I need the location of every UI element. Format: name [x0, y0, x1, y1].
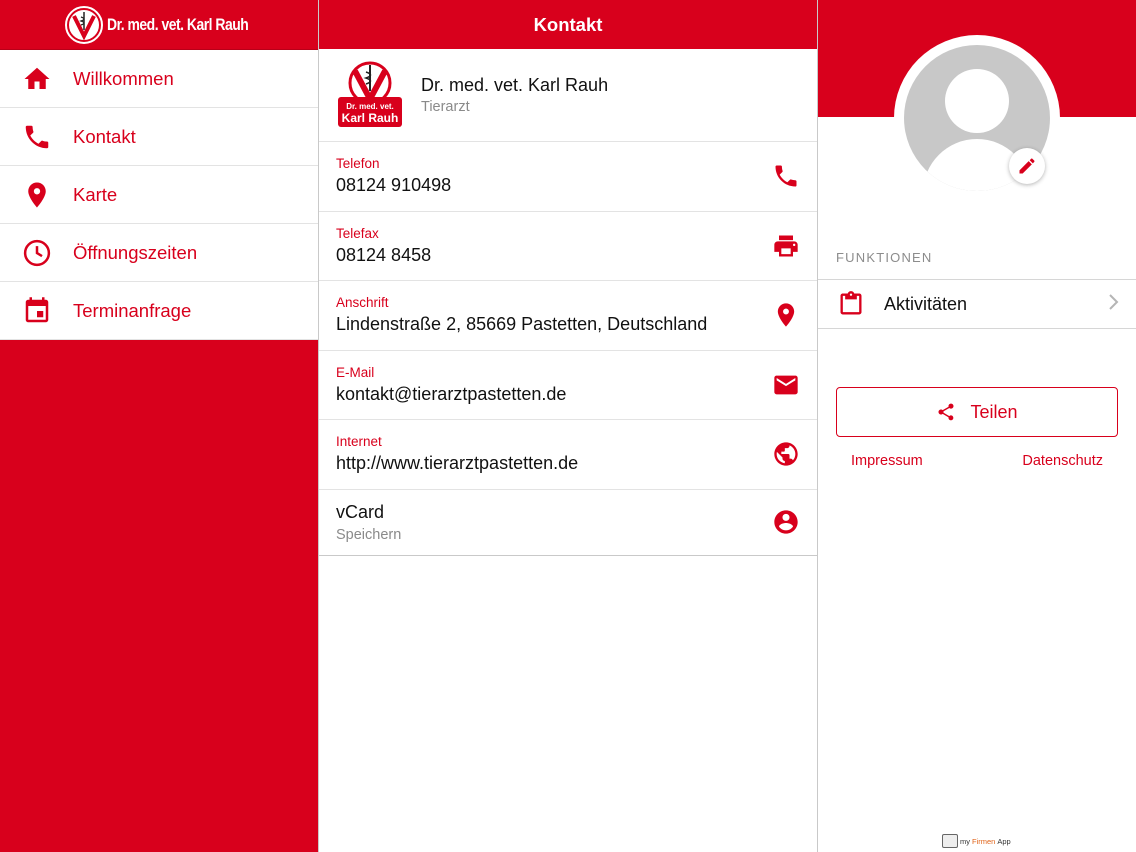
brand-suffix: App	[997, 836, 1011, 846]
sidebar-item-label: Karte	[73, 183, 118, 205]
row-value: Lindenstraße 2, 85669 Pastetten, Deutsch…	[336, 314, 708, 335]
sidebar-item-label: Willkommen	[73, 67, 174, 89]
function-item-label: Aktivitäten	[884, 293, 968, 314]
share-icon	[938, 403, 954, 421]
sidebar-item-oeffnungszeiten[interactable]: Öffnungszeiten	[0, 224, 318, 282]
sidebar-item-label: Öffnungszeiten	[73, 241, 198, 263]
chevron-right-icon	[1108, 293, 1136, 316]
row-label: E-Mail	[336, 364, 375, 380]
sidebar-item-terminanfrage[interactable]: Terminanfrage	[0, 282, 318, 340]
row-value: http://www.tierarztpastetten.de	[336, 453, 579, 474]
home-icon	[0, 64, 73, 94]
logo-icon	[64, 5, 103, 44]
row-value: 08124 910498	[336, 175, 452, 196]
section-title: FUNKTIONEN	[836, 250, 933, 265]
sidebar-item-willkommen[interactable]: Willkommen	[0, 50, 318, 108]
phone-icon	[0, 122, 73, 152]
globe-icon[interactable]	[757, 440, 817, 468]
row-value: kontakt@tierarztpastetten.de	[336, 383, 567, 404]
vcard-title: vCard	[336, 501, 385, 522]
sidebar-header: Dr. med. vet. Karl Rauh	[0, 0, 318, 50]
impressum-link[interactable]: Impressum	[851, 453, 923, 469]
share-button[interactable]: Teilen	[836, 387, 1118, 437]
sidebar-item-karte[interactable]: Karte	[0, 166, 318, 224]
account-circle-icon[interactable]	[757, 508, 817, 536]
map-pin-icon	[0, 180, 73, 210]
contact-row-internet[interactable]: Internet http://www.tierarztpastetten.de	[319, 419, 817, 489]
logo-line-1: Dr. med. vet.	[346, 102, 394, 111]
pencil-icon	[1019, 158, 1035, 174]
vcard-subtitle: Speichern	[336, 526, 402, 543]
phone-icon[interactable]	[757, 162, 817, 190]
printer-icon[interactable]	[757, 232, 817, 260]
row-value: 08124 8458	[336, 244, 432, 265]
mail-icon[interactable]	[757, 371, 817, 399]
practice-name: Dr. med. vet. Karl Rauh	[421, 75, 609, 95]
clock-icon	[0, 238, 73, 268]
function-item-aktivitaeten[interactable]: Aktivitäten	[818, 279, 1136, 329]
clipboard-icon	[818, 290, 884, 318]
row-label: Telefax	[336, 225, 379, 241]
contact-row-telefax[interactable]: Telefax 08124 8458	[319, 210, 817, 281]
practice-type: Tierarzt	[421, 99, 470, 115]
logo-line-2: Karl Rauh	[342, 111, 399, 125]
edit-avatar-button[interactable]	[1009, 148, 1045, 184]
brand-prefix: my	[960, 836, 970, 846]
nav-list: Willkommen Kontakt Karte Öffnungszeiten …	[0, 50, 318, 340]
calendar-icon	[0, 296, 73, 326]
row-label: Anschrift	[336, 295, 389, 311]
contact-row-telefon[interactable]: Telefon 08124 910498	[319, 141, 817, 211]
page-title: Kontakt	[319, 0, 817, 49]
logo-text: Dr. med. vet. Karl Rauh	[106, 14, 249, 34]
share-label: Teilen	[970, 401, 1018, 422]
sidebar-item-label: Kontakt	[73, 125, 136, 147]
row-label: Internet	[336, 434, 382, 450]
contact-row-anschrift[interactable]: Anschrift Lindenstraße 2, 85669 Pastette…	[319, 280, 817, 350]
sidebar-item-kontakt[interactable]: Kontakt	[0, 108, 318, 166]
row-label: Telefon	[336, 156, 380, 172]
user-panel: FUNKTIONEN Aktivitäten Teilen Impressum …	[818, 0, 1136, 852]
brand-mid: Firmen	[972, 836, 996, 846]
contact-row-email[interactable]: E-Mail kontakt@tierarztpastetten.de	[319, 349, 817, 420]
contact-panel: Kontakt Dr. med. vet. Karl Rauh Dr. med.…	[318, 0, 818, 852]
sidebar: Dr. med. vet. Karl Rauh Willkommen Konta…	[0, 0, 318, 852]
vcard-row[interactable]: vCard Speichern	[319, 488, 817, 556]
datenschutz-link[interactable]: Datenschutz	[1022, 453, 1103, 469]
sidebar-item-label: Terminanfrage	[73, 299, 192, 321]
profile-header: Dr. med. vet. Karl Rauh Dr. med. vet. Ka…	[319, 49, 817, 141]
app-box-icon	[942, 834, 958, 848]
practice-logo: Dr. med. vet. Karl Rauh	[336, 61, 404, 129]
myfirmenapp-logo: my Firmen App	[942, 834, 1011, 848]
map-pin-icon[interactable]	[757, 301, 817, 329]
